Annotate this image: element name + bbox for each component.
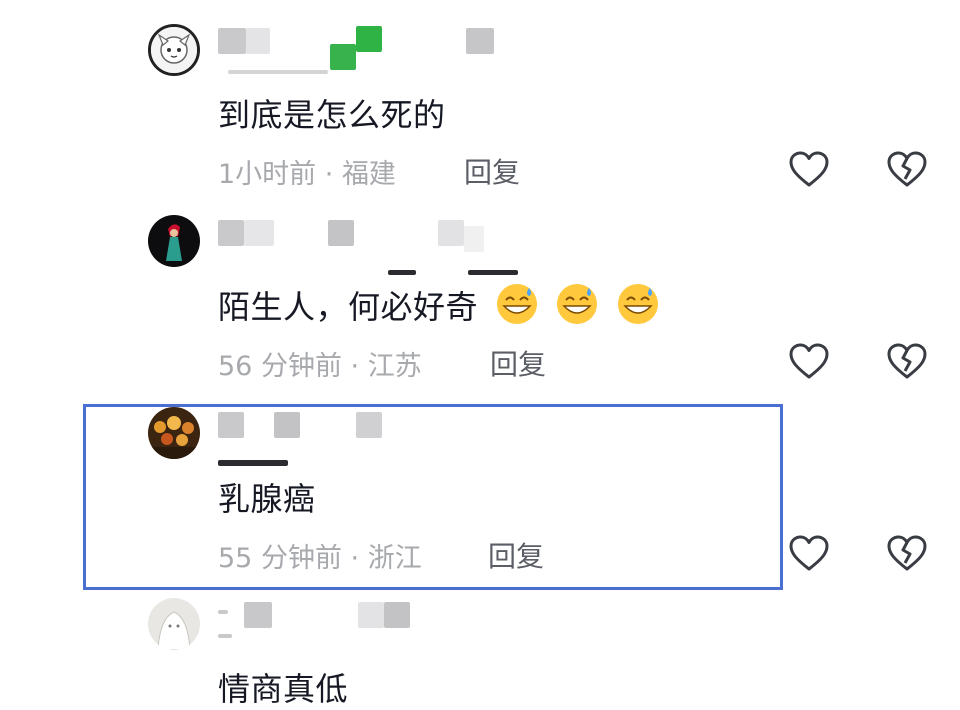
- avatar[interactable]: [148, 215, 200, 267]
- reply-button[interactable]: 回复: [488, 535, 544, 575]
- comment-time: 1小时前: [218, 159, 317, 190]
- broken-heart-icon[interactable]: [886, 342, 928, 384]
- grinning-sweat-emoji: [496, 284, 537, 324]
- reply-button[interactable]: 回复: [464, 151, 520, 191]
- comment-text: 情商真低: [218, 670, 349, 708]
- comment-meta: 1小时前 · 福建: [218, 152, 396, 191]
- grinning-sweat-emoji: [618, 284, 659, 324]
- reply-button[interactable]: 回复: [490, 343, 546, 383]
- comment-text: 乳腺癌: [218, 480, 316, 518]
- heart-outline-icon[interactable]: [788, 534, 830, 576]
- username-redacted[interactable]: [218, 600, 518, 638]
- meta-separator: ·: [341, 543, 368, 574]
- comment-time: 56 分钟前: [218, 351, 342, 382]
- broken-heart-icon[interactable]: [886, 150, 928, 192]
- comment-text-body: 陌生人，何必好奇: [218, 288, 479, 326]
- avatar[interactable]: [148, 407, 200, 459]
- grinning-sweat-emoji: [557, 284, 598, 324]
- username-redacted[interactable]: [218, 218, 518, 275]
- comment-meta: 56 分钟前 · 江苏: [218, 344, 422, 383]
- broken-heart-icon[interactable]: [886, 534, 928, 576]
- comment-location: 江苏: [367, 351, 422, 382]
- comment-text: 到底是怎么死的: [218, 96, 446, 134]
- meta-separator: ·: [316, 159, 342, 190]
- heart-outline-icon[interactable]: [788, 342, 830, 384]
- avatar[interactable]: [148, 598, 200, 650]
- username-redacted[interactable]: [218, 26, 518, 74]
- username-redacted[interactable]: [218, 410, 518, 466]
- avatar[interactable]: [148, 24, 200, 76]
- comment-text: 陌生人，何必好奇: [218, 282, 660, 328]
- comment-location: 福建: [341, 159, 396, 190]
- comment-time: 55 分钟前: [218, 543, 342, 574]
- meta-separator: ·: [341, 351, 368, 382]
- comment-location: 浙江: [367, 543, 422, 574]
- comment-meta: 55 分钟前 · 浙江: [218, 536, 422, 575]
- heart-outline-icon[interactable]: [788, 150, 830, 192]
